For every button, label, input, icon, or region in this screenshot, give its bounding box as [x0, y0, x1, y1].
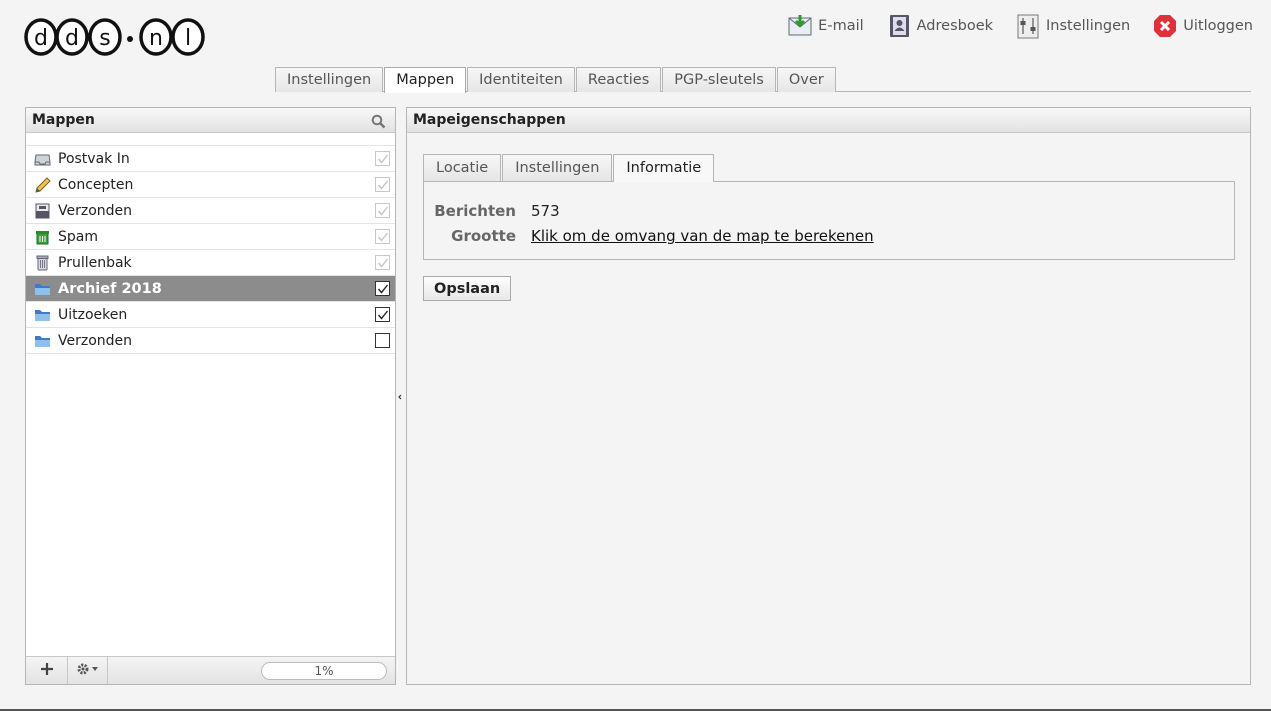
svg-text:d: d: [65, 26, 79, 51]
subscribe-checkbox[interactable]: [375, 307, 390, 322]
spam-icon: [34, 229, 51, 245]
tab-identiteiten[interactable]: Identiteiten: [467, 67, 575, 92]
messages-row: Berichten 573: [424, 202, 560, 222]
email-icon: [787, 13, 813, 39]
trash-icon: [34, 255, 51, 271]
folder-name: Postvak In: [58, 150, 130, 167]
folder-name: Uitzoeken: [58, 306, 128, 323]
subscribe-checkbox: [375, 203, 390, 218]
folders-panel-header: Mappen: [26, 108, 395, 133]
top-navigation: E-mail Adresboek Instellingen Uitloggen: [765, 10, 1253, 42]
logout-icon: [1152, 13, 1178, 39]
tab-pgp-sleutels[interactable]: PGP-sleutels: [662, 67, 776, 92]
folder-row-verzonden-2[interactable]: Verzonden: [26, 328, 395, 354]
plus-icon: [40, 662, 54, 680]
subscribe-checkbox: [375, 151, 390, 166]
folder-row-concepten[interactable]: Concepten: [26, 172, 395, 198]
folders-panel-title: Mappen: [32, 112, 95, 128]
folder-icon: [34, 307, 51, 323]
nav-settings-label: Instellingen: [1046, 18, 1131, 34]
folder-row-spam[interactable]: Spam: [26, 224, 395, 250]
folder-row-prullenbak[interactable]: Prullenbak: [26, 250, 395, 276]
add-folder-button[interactable]: [26, 657, 68, 684]
search-icon[interactable]: [371, 113, 386, 129]
folder-row-archief-2018[interactable]: Archief 2018: [26, 276, 395, 302]
svg-text:n: n: [149, 26, 163, 51]
subscribe-checkbox: [375, 177, 390, 192]
folder-list: Postvak In Concepten Verzonden Spam Prul…: [26, 145, 395, 354]
nav-email[interactable]: E-mail: [787, 13, 864, 39]
folder-row-verzonden[interactable]: Verzonden: [26, 198, 395, 224]
dds-logo: d d s n l: [22, 8, 212, 66]
folders-panel: Mappen Postvak In Concepten Verzonden Sp…: [25, 107, 396, 685]
addressbook-icon: [886, 13, 912, 39]
messages-label: Berichten: [434, 202, 516, 220]
folder-name: Concepten: [58, 176, 134, 193]
folder-properties-panel: Mapeigenschappen Locatie Instellingen In…: [406, 107, 1251, 685]
pencil-icon: [34, 176, 51, 193]
folder-name: Verzonden: [58, 332, 133, 349]
tab-instellingen[interactable]: Instellingen: [275, 67, 384, 92]
size-row: Grootte Klik om de omvang van de map te …: [424, 227, 874, 247]
settings-icon: [1015, 13, 1041, 39]
folder-icon: [34, 333, 51, 349]
tab-locatie[interactable]: Locatie: [423, 154, 502, 181]
folder-row-uitzoeken[interactable]: Uitzoeken: [26, 302, 395, 328]
information-box: Berichten 573 Grootte Klik om de omvang …: [423, 181, 1235, 260]
tab-instellingen-folder[interactable]: Instellingen: [502, 154, 613, 181]
gear-icon: [76, 662, 100, 680]
folder-actions-button[interactable]: [68, 657, 108, 684]
sent-icon: [34, 203, 51, 219]
tab-reacties[interactable]: Reacties: [575, 67, 662, 92]
size-label: Grootte: [451, 227, 516, 245]
tab-informatie[interactable]: Informatie: [613, 154, 715, 182]
folder-row-postvak-in[interactable]: Postvak In: [26, 146, 395, 172]
calculate-size-link[interactable]: Klik om de omvang van de map te berekene…: [531, 227, 874, 247]
folder-icon: [34, 281, 51, 297]
quota-indicator: 1%: [261, 662, 387, 680]
subscribe-checkbox: [375, 255, 390, 270]
tab-over[interactable]: Over: [776, 67, 836, 92]
svg-text:d: d: [34, 26, 48, 51]
nav-logout-label: Uitloggen: [1183, 18, 1253, 34]
inbox-icon: [34, 151, 51, 167]
nav-logout[interactable]: Uitloggen: [1152, 13, 1253, 39]
folder-name: Verzonden: [58, 202, 133, 219]
folder-name: Spam: [58, 228, 98, 245]
panel-splitter[interactable]: [397, 390, 403, 400]
subscribe-checkbox[interactable]: [375, 281, 390, 296]
properties-tabs: Locatie Instellingen Informatie: [423, 154, 715, 182]
settings-tabs: Instellingen Mappen Identiteiten Reactie…: [275, 67, 837, 93]
tab-mappen[interactable]: Mappen: [384, 67, 467, 93]
folder-name: Archief 2018: [58, 280, 162, 297]
folders-footer: 1%: [26, 656, 395, 684]
messages-value: 573: [531, 202, 560, 220]
subscribe-checkbox[interactable]: [375, 333, 390, 348]
folder-name: Prullenbak: [58, 254, 132, 271]
nav-addressbook-label: Adresboek: [916, 18, 994, 34]
nav-addressbook[interactable]: Adresboek: [886, 13, 993, 39]
svg-text:s: s: [99, 26, 110, 51]
save-button[interactable]: Opslaan: [423, 276, 512, 301]
subscribe-checkbox: [375, 229, 390, 244]
properties-panel-header: Mapeigenschappen: [407, 108, 1250, 133]
nav-email-label: E-mail: [818, 18, 864, 34]
properties-panel-title: Mapeigenschappen: [413, 112, 566, 128]
svg-text:l: l: [185, 26, 191, 51]
nav-settings[interactable]: Instellingen: [1015, 13, 1130, 39]
